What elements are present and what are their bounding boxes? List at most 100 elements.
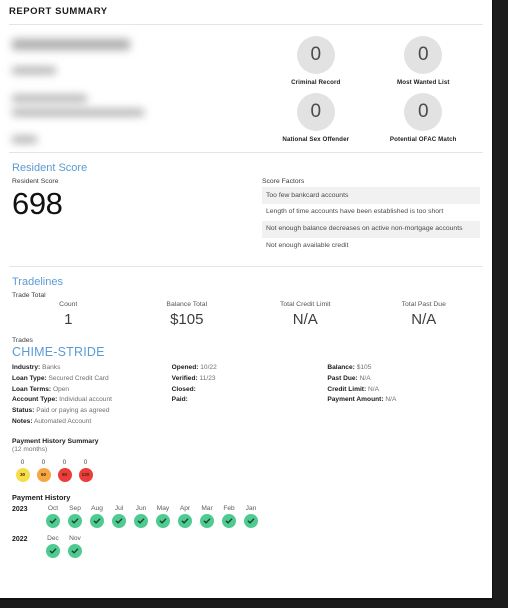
resident-score-value-block: Resident Score 698 <box>9 178 262 254</box>
payment-history-month-cell: May <box>152 505 174 528</box>
criminal-record-label: Criminal Record <box>291 79 341 86</box>
trade-details-column-1: Industry: Banks Loan Type: Secured Credi… <box>12 363 168 427</box>
payment-history-month-cell: Oct <box>42 505 64 528</box>
delinquency-count-30: 0 <box>20 459 25 467</box>
trade-detail-paid-label: Paid: <box>171 396 188 404</box>
trades-label: Trades <box>12 337 33 345</box>
trade-detail-verified-label: Verified: <box>171 375 198 383</box>
trade-detail-account-type-label: Account Type: <box>12 396 58 404</box>
trade-detail-loan-type-label: Loan Type: <box>12 375 47 383</box>
trade-total-count: Count 1 <box>9 301 128 328</box>
payment-history-grid: 2023 Oct Sep Aug Jul Jun May Apr Mar Feb Jan 2022 De… <box>9 505 483 558</box>
trade-detail-balance-label: Balance: <box>327 364 355 372</box>
payment-history-month-cell: Feb <box>218 505 240 528</box>
trade-total-credit-limit: Total Credit Limit N/A <box>246 301 365 328</box>
trade-total-balance: Balance Total $105 <box>128 301 247 328</box>
payment-history-month-label: Jun <box>135 504 147 512</box>
payment-history-month-label: Mar <box>201 504 213 512</box>
payment-history-month-label: Dec <box>47 534 59 542</box>
trade-name-link[interactable]: CHIME-STRIDE <box>9 344 483 363</box>
trade-total-count-label: Count <box>59 301 78 309</box>
criminal-record-count: 0 <box>296 36 335 74</box>
page-title: REPORT SUMMARY <box>9 6 108 17</box>
background-check-sex-offender: 0 National Sex Offender <box>282 93 349 143</box>
trade-total-label: Trade Total <box>12 292 46 300</box>
trade-detail-payment-amount-value: N/A <box>385 396 397 404</box>
most-wanted-label: Most Wanted List <box>396 79 450 86</box>
resident-score-label: Resident Score <box>12 178 59 185</box>
payment-history-month-label: May <box>156 504 170 512</box>
badge-30-icon: 30 <box>15 467 30 482</box>
most-wanted-count: 0 <box>404 36 443 74</box>
tradelines-heading: Tradelines <box>12 276 63 289</box>
sex-offender-label: National Sex Offender <box>282 136 350 143</box>
payment-history-month-cell: Apr <box>174 505 196 528</box>
payment-status-ok-icon <box>134 513 148 528</box>
applicant-identity-redacted <box>9 36 262 143</box>
trade-detail-status-label: Status: <box>12 407 35 415</box>
trade-detail-notes-value: Automated Account <box>33 417 92 425</box>
trade-detail-opened: Opened: 10/22 <box>172 363 328 374</box>
payment-history-year: 2023 <box>12 505 28 513</box>
payment-history-month-label: Jul <box>114 504 124 512</box>
trade-detail-payment-amount-label: Payment Amount: <box>327 396 384 404</box>
payment-history-month-label: Sep <box>69 504 81 512</box>
payment-history-year: 2022 <box>12 535 28 543</box>
payment-history-month-cell: Jul <box>108 505 130 528</box>
summary-section: 0 Criminal Record 0 Most Wanted List 0 N… <box>9 25 483 152</box>
delinquency-badge-60: 0 60 <box>33 459 54 482</box>
trade-total-past-due: Total Past Due N/A <box>365 301 484 328</box>
applicant-ssn-redacted <box>12 136 37 143</box>
trade-detail-status-value: Paid or paying as agreed <box>36 407 110 415</box>
applicant-dob-redacted <box>12 67 56 74</box>
payment-status-ok-icon <box>46 543 60 558</box>
trade-detail-credit-limit-value: N/A <box>368 385 380 393</box>
payment-status-ok-icon <box>68 543 82 558</box>
payment-history-month-label: Feb <box>223 504 235 512</box>
score-factors-title: Score Factors <box>262 178 305 185</box>
trade-detail-industry: Industry: Banks <box>12 363 168 374</box>
payment-history-month-cell: Jan <box>240 505 262 528</box>
trade-detail-notes: Notes: Automated Account <box>12 417 168 428</box>
score-factor-item: Not enough balance decreases on active n… <box>262 220 480 238</box>
payment-history-month-label: Aug <box>91 504 103 512</box>
payment-status-ok-icon <box>68 513 82 528</box>
trade-detail-past-due-label: Past Due: <box>327 375 358 383</box>
trade-detail-payment-amount: Payment Amount: N/A <box>327 395 483 406</box>
payment-history-month-cell: Jun <box>130 505 152 528</box>
trade-total-credit-limit-label: Total Credit Limit <box>279 301 331 309</box>
applicant-address-line-2-redacted <box>12 109 144 116</box>
trade-detail-account-type: Account Type: Individual account <box>12 395 168 406</box>
delinquency-count-90: 0 <box>62 459 67 467</box>
trade-total-count-value: 1 <box>64 311 73 329</box>
badge-60-icon: 60 <box>36 467 51 482</box>
payment-history-month-label: Nov <box>69 534 81 542</box>
trade-detail-loan-type-value: Secured Credit Card <box>48 375 109 383</box>
trade-details-column-2: Opened: 10/22 Verified: 11/23 Closed: Pa… <box>168 363 328 427</box>
trade-total-past-due-value: N/A <box>411 311 437 329</box>
trade-total-balance-label: Balance Total <box>166 301 208 309</box>
trade-detail-balance-value: $105 <box>356 364 372 372</box>
trade-detail-closed-label: Closed: <box>171 385 196 393</box>
payment-status-ok-icon <box>222 513 236 528</box>
background-check-grid: 0 Criminal Record 0 Most Wanted List 0 N… <box>262 36 483 143</box>
delinquency-badge-30: 0 30 <box>12 459 33 482</box>
resident-score-section: Resident Score 698 Score Factors Too few… <box>9 178 483 254</box>
trade-detail-credit-limit: Credit Limit: N/A <box>327 385 483 396</box>
trade-detail-notes-label: Notes: <box>12 417 33 425</box>
trade-detail-closed: Closed: <box>172 385 328 396</box>
trade-total-credit-limit-value: N/A <box>292 311 318 329</box>
score-factor-item: Too few bankcard accounts <box>262 187 480 204</box>
ofac-count: 0 <box>404 93 443 131</box>
background-check-criminal-record: 0 Criminal Record <box>291 36 340 86</box>
payment-status-ok-icon <box>112 513 126 528</box>
badge-120-icon: 120 <box>78 467 93 482</box>
trade-detail-status: Status: Paid or paying as agreed <box>12 406 168 417</box>
trade-detail-opened-label: Opened: <box>171 364 199 372</box>
payment-history-summary-title: Payment History Summary <box>12 438 99 446</box>
applicant-address-line-1-redacted <box>12 95 87 102</box>
delinquency-badges: 0 30 0 60 0 90 0 120 <box>9 459 483 482</box>
trade-detail-past-due-value: N/A <box>359 375 371 383</box>
resident-score-heading: Resident Score <box>12 162 88 174</box>
score-factor-item: Length of time accounts have been establ… <box>266 208 444 216</box>
